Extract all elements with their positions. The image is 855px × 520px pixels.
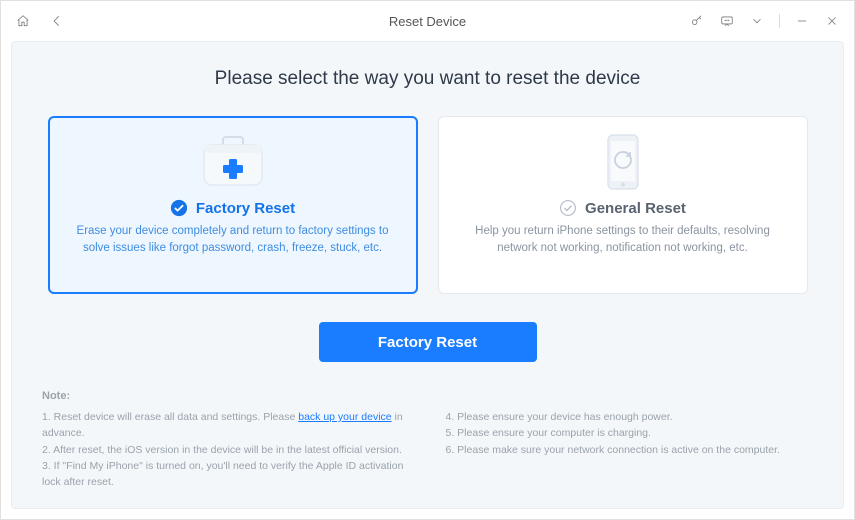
titlebar: Reset Device	[1, 1, 854, 41]
card-title: General Reset	[585, 200, 686, 217]
card-desc: Erase your device completely and return …	[77, 223, 389, 258]
content-area: Please select the way you want to reset …	[11, 41, 844, 509]
backup-link[interactable]: back up your device	[298, 411, 391, 423]
note-line: 1. Reset device will erase all data and …	[42, 409, 410, 442]
minimize-icon[interactable]	[794, 13, 810, 29]
notes-title: Note:	[42, 388, 813, 405]
back-icon[interactable]	[49, 13, 65, 29]
note-line: 6. Please make sure your network connect…	[446, 442, 814, 458]
check-filled-icon	[170, 199, 188, 217]
card-general-reset[interactable]: General Reset Help you return iPhone set…	[438, 116, 808, 294]
notes-section: Note: 1. Reset device will erase all dat…	[42, 388, 813, 490]
chevron-down-icon[interactable]	[749, 13, 765, 29]
option-cards: Factory Reset Erase your device complete…	[42, 116, 813, 294]
separator	[779, 14, 780, 28]
home-icon[interactable]	[15, 13, 31, 29]
card-factory-reset[interactable]: Factory Reset Erase your device complete…	[48, 116, 418, 294]
note-line: 5. Please ensure your computer is chargi…	[446, 425, 814, 441]
card-desc: Help you return iPhone settings to their…	[467, 223, 779, 258]
app-window: Reset Device Please select the way you w…	[0, 0, 855, 520]
close-icon[interactable]	[824, 13, 840, 29]
note-line: 3. If "Find My iPhone" is turned on, you…	[42, 458, 410, 491]
feedback-icon[interactable]	[719, 13, 735, 29]
note-line: 4. Please ensure your device has enough …	[446, 409, 814, 425]
key-icon[interactable]	[689, 13, 705, 29]
card-title: Factory Reset	[196, 200, 295, 217]
medkit-icon	[198, 133, 268, 191]
phone-refresh-icon	[598, 133, 648, 191]
check-outline-icon	[559, 199, 577, 217]
page-heading: Please select the way you want to reset …	[42, 68, 813, 90]
note-line: 2. After reset, the iOS version in the d…	[42, 442, 410, 458]
primary-action-button[interactable]: Factory Reset	[319, 322, 537, 362]
